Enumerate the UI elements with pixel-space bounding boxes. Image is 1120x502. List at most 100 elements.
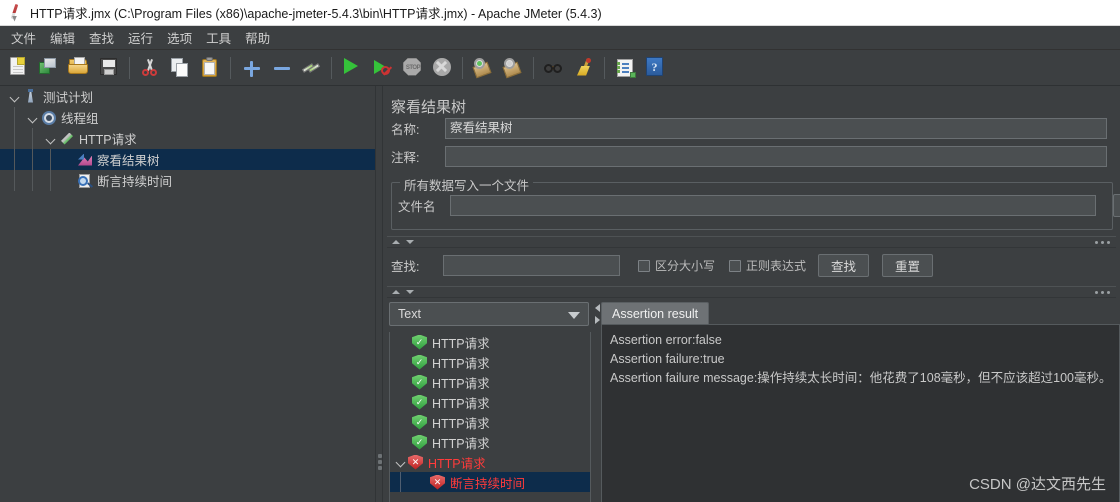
toolbar-separator	[230, 56, 231, 79]
page-title: 察看结果树	[391, 99, 467, 116]
reset-search-broom-icon	[574, 57, 594, 78]
new-document-button[interactable]	[6, 55, 32, 81]
scroll-right-icon[interactable]	[594, 316, 600, 324]
list-item[interactable]: ✕ 断言持续时间	[390, 472, 590, 492]
search-label: 查找:	[391, 260, 420, 274]
filename-row: 文件名	[398, 195, 1096, 216]
start-no-pauses-button[interactable]	[369, 55, 395, 81]
copy-button[interactable]	[167, 55, 193, 81]
chevron-down-icon[interactable]	[8, 90, 22, 104]
tab-assertion-result[interactable]: Assertion result	[601, 302, 710, 324]
jmeter-window: HTTP请求.jmx (C:\Program Files (x86)\apach…	[0, 0, 1120, 502]
results-splitter[interactable]	[593, 300, 601, 502]
chevron-down-icon[interactable]	[26, 111, 40, 125]
splitter-grip-icon	[378, 454, 382, 472]
tree-node-view-results-tree[interactable]: 察看结果树	[0, 149, 375, 170]
toggle-enable-button[interactable]	[298, 55, 324, 81]
checkbox-box[interactable]	[729, 259, 742, 272]
collapse-bar-bottom[interactable]	[387, 286, 1116, 298]
comment-input[interactable]	[445, 146, 1107, 167]
clear-all-button[interactable]	[500, 55, 526, 81]
open-button[interactable]	[66, 55, 92, 81]
thread-group-gear-icon	[40, 109, 58, 127]
toolbar-separator	[462, 56, 463, 79]
collapse-up-icon[interactable]	[391, 237, 401, 247]
toolbar-separator	[533, 56, 534, 79]
list-item[interactable]: ✓ HTTP请求	[390, 372, 590, 392]
tree-node-http-request[interactable]: HTTP请求	[0, 128, 375, 149]
paste-button[interactable]	[197, 55, 223, 81]
case-sensitive-checkbox[interactable]: 区分大小写	[638, 257, 715, 274]
start-button[interactable]	[339, 55, 365, 81]
menu-item-options[interactable]: 选项	[160, 26, 199, 49]
reset-search-button[interactable]	[571, 55, 597, 81]
menu-item-tools[interactable]: 工具	[199, 26, 238, 49]
name-input[interactable]: 察看结果树	[445, 118, 1107, 139]
cut-button[interactable]	[137, 55, 163, 81]
filename-input[interactable]	[450, 195, 1096, 216]
expand-all-plus-icon	[241, 58, 261, 78]
search-input[interactable]	[443, 255, 620, 276]
list-item[interactable]: ✕ HTTP请求	[390, 452, 590, 472]
tree-node-thread-group[interactable]: 线程组	[0, 107, 375, 128]
list-item-label: HTTP请求	[428, 456, 486, 471]
success-shield-icon: ✓	[412, 334, 427, 350]
list-item[interactable]: ✓ HTTP请求	[390, 352, 590, 372]
write-all-data-group-title: 所有数据写入一个文件	[400, 175, 534, 194]
save-button[interactable]	[96, 55, 122, 81]
function-helper-button[interactable]	[612, 55, 638, 81]
new-document-icon	[10, 56, 25, 75]
assertion-line: Assertion failure:true	[610, 352, 725, 366]
start-play-icon	[344, 57, 358, 74]
regex-checkbox[interactable]: 正则表达式	[729, 257, 806, 274]
checkbox-box[interactable]	[638, 259, 650, 272]
help-button[interactable]: ?	[642, 55, 668, 81]
tree-node-label: 测试计划	[43, 91, 94, 105]
menu-item-help[interactable]: 帮助	[238, 26, 277, 49]
collapse-bar-top[interactable]	[387, 236, 1116, 248]
write-all-data-group: 所有数据写入一个文件 文件名	[391, 175, 1113, 230]
list-item[interactable]: ✓ HTTP请求	[390, 332, 590, 352]
render-selector-combo[interactable]: Text	[389, 302, 589, 326]
stop-button[interactable]: STOP	[399, 55, 425, 81]
cut-icon	[140, 58, 160, 78]
list-item[interactable]: ✓ HTTP请求	[390, 412, 590, 432]
collapse-down-icon[interactable]	[405, 287, 415, 297]
results-area: Text ✓ HTTP请求 ✓ HTTP请求 ✓ HTTP请求 ✓ HTTP请求…	[383, 300, 1120, 502]
duration-assertion-icon	[76, 172, 94, 190]
browse-button[interactable]	[1113, 194, 1120, 217]
tree-node-duration-assertion[interactable]: 断言持续时间	[0, 170, 375, 191]
collapse-handle-dots-icon	[1095, 240, 1110, 244]
chevron-down-icon[interactable]	[394, 455, 408, 469]
search-button[interactable]	[541, 55, 567, 81]
tree-node-test-plan[interactable]: 测试计划	[0, 86, 375, 107]
menu-item-search[interactable]: 查找	[82, 26, 121, 49]
function-helper-icon	[615, 58, 636, 78]
collapse-up-icon[interactable]	[391, 287, 401, 297]
main-splitter[interactable]	[375, 86, 383, 502]
collapse-all-button[interactable]	[268, 55, 294, 81]
test-plan-tree[interactable]: 测试计划 线程组 HTTP请求 察看结果树 断言持续时间	[0, 86, 375, 502]
clear-icon	[472, 57, 493, 78]
scroll-left-icon[interactable]	[594, 304, 600, 312]
templates-button[interactable]	[36, 55, 62, 81]
list-item[interactable]: ✓ HTTP请求	[390, 432, 590, 452]
menu-item-file[interactable]: 文件	[4, 26, 43, 49]
failure-shield-icon: ✕	[430, 474, 445, 490]
shutdown-button[interactable]	[429, 55, 455, 81]
success-shield-icon: ✓	[412, 374, 427, 390]
list-item[interactable]: ✓ HTTP请求	[390, 392, 590, 412]
clear-button[interactable]	[470, 55, 496, 81]
find-button[interactable]: 查找	[818, 254, 870, 277]
chevron-down-icon[interactable]	[44, 132, 58, 146]
tree-node-label: 察看结果树	[97, 154, 160, 168]
tree-node-label: 线程组	[61, 112, 99, 126]
reset-search-button[interactable]: 重置	[882, 254, 934, 277]
collapse-down-icon[interactable]	[405, 237, 415, 247]
expand-all-button[interactable]	[238, 55, 264, 81]
menu-item-edit[interactable]: 编辑	[43, 26, 82, 49]
menu-item-run[interactable]: 运行	[121, 26, 160, 49]
jmeter-feather-icon	[6, 3, 28, 23]
results-tree[interactable]: ✓ HTTP请求 ✓ HTTP请求 ✓ HTTP请求 ✓ HTTP请求 ✓ HT…	[389, 332, 591, 502]
shutdown-icon	[433, 57, 451, 76]
